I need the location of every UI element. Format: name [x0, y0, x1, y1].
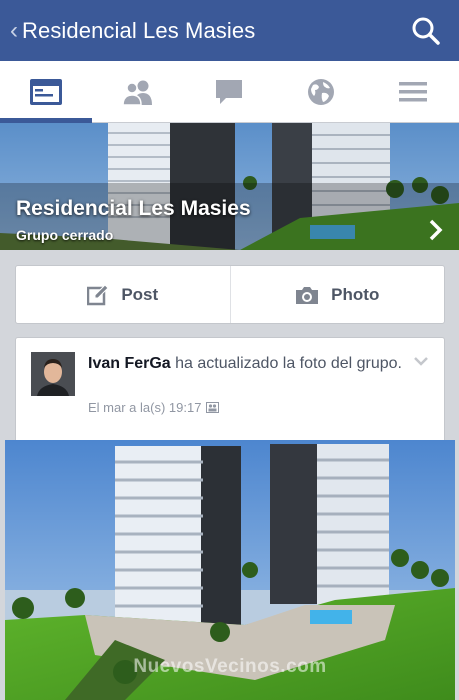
photo-label: Photo	[331, 284, 380, 304]
chevron-right-icon[interactable]	[429, 219, 443, 241]
avatar[interactable]	[31, 352, 75, 396]
author-link[interactable]: Ivan FerGa	[88, 355, 171, 372]
composer-bar: Post Photo	[15, 265, 445, 324]
tab-timeline[interactable]	[0, 61, 92, 123]
story-timestamp[interactable]: El mar a la(s) 19:17	[88, 400, 220, 415]
title-bar: ‹ Residencial Les Masies	[0, 0, 459, 61]
chevron-down-icon[interactable]	[414, 356, 428, 366]
edit-icon	[87, 283, 110, 305]
feed-story: Ivan FerGa ha actualizado la foto del gr…	[15, 337, 445, 447]
chat-icon	[216, 79, 243, 104]
group-privacy: Grupo cerrado	[16, 227, 114, 243]
tab-members[interactable]	[92, 61, 184, 122]
menu-icon	[399, 81, 428, 101]
tab-messages[interactable]	[184, 61, 276, 122]
page-title[interactable]: Residencial Les Masies	[22, 18, 255, 44]
group-feed-icon	[29, 78, 62, 105]
group-name: Residencial Les Masies	[16, 197, 251, 220]
audience-icon	[206, 402, 220, 413]
photo-button[interactable]: Photo	[229, 266, 445, 323]
tab-bar	[0, 61, 459, 123]
tab-public[interactable]	[275, 61, 367, 122]
story-action: ha actualizado la foto del grupo.	[170, 355, 402, 372]
camera-icon	[296, 286, 319, 304]
post-label: Post	[121, 284, 159, 304]
story-photo[interactable]: NuevosVecinos.com	[5, 440, 455, 700]
group-cover[interactable]: Residencial Les Masies Grupo cerrado	[0, 123, 459, 250]
timestamp-text: El mar a la(s) 19:17	[88, 400, 202, 415]
search-icon[interactable]	[411, 16, 441, 46]
watermark: NuevosVecinos.com	[133, 656, 327, 677]
back-chevron-icon[interactable]: ‹	[0, 0, 22, 61]
post-button[interactable]: Post	[16, 266, 230, 323]
members-icon	[121, 80, 152, 106]
story-text: Ivan FerGa ha actualizado la foto del gr…	[88, 352, 408, 375]
tab-menu[interactable]	[367, 61, 459, 122]
globe-icon	[308, 78, 335, 105]
